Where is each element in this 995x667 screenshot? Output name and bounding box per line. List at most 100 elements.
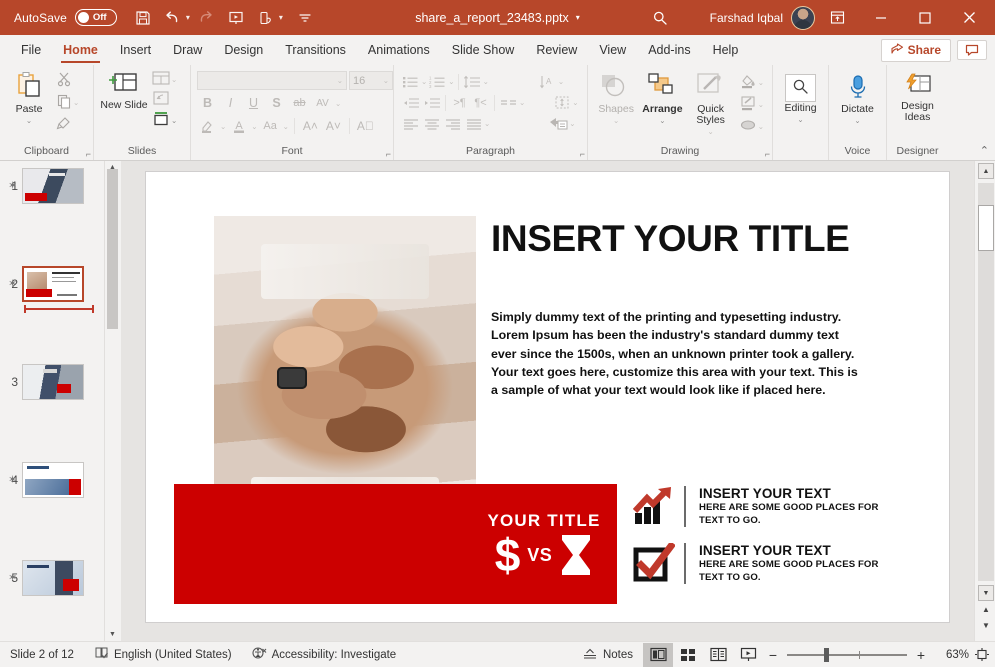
tab-view[interactable]: View — [588, 38, 637, 62]
shape-outline-button[interactable]: ⌄ — [737, 94, 766, 115]
tab-draw[interactable]: Draw — [162, 38, 213, 62]
customize-qat-icon[interactable] — [291, 5, 319, 31]
slide-body-text[interactable]: Simply dummy text of the printing and ty… — [491, 308, 866, 399]
user-name[interactable]: Farshad Iqbal — [710, 11, 783, 25]
clear-formatting-icon[interactable]: A⃠ — [355, 116, 376, 136]
font-size-input[interactable]: 16 ⌄ — [349, 71, 393, 90]
align-text-caret-icon[interactable]: ⌄ — [572, 98, 578, 107]
zoom-slider-track[interactable] — [787, 647, 907, 662]
zoom-slider[interactable] — [787, 647, 907, 662]
minimize-button[interactable] — [859, 0, 903, 35]
scroll-up-icon[interactable]: ▲ — [978, 163, 994, 179]
paragraph-dialog-launcher-icon[interactable]: ⌐ — [580, 149, 585, 159]
shapes-caret-icon[interactable]: ⌄ — [613, 116, 619, 125]
zoom-in-button[interactable]: + — [911, 647, 931, 663]
dictate-button[interactable]: Dictate ⌄ — [835, 72, 880, 125]
character-spacing-button[interactable]: AV — [312, 93, 333, 113]
notes-button[interactable]: Notes — [572, 642, 643, 667]
zoom-out-button[interactable]: − — [763, 647, 783, 663]
autosave-toggle[interactable]: Off — [74, 9, 117, 26]
accessibility-status[interactable]: Accessibility: Investigate — [242, 642, 407, 667]
thumbnails-scroll-down-icon[interactable]: ▼ — [107, 628, 118, 641]
text-direction-caret-icon[interactable]: ⌄ — [558, 77, 564, 86]
strikethrough-button[interactable]: ab — [289, 93, 310, 113]
next-slide-icon[interactable]: ▼ — [980, 621, 992, 633]
document-title-caret-icon[interactable]: ▾ — [576, 13, 580, 22]
slide-canvas[interactable]: INSERT YOUR TITLE Simply dummy text of t… — [145, 171, 950, 623]
slide-editing-area[interactable]: INSERT YOUR TITLE Simply dummy text of t… — [121, 161, 974, 641]
previous-slide-icon[interactable]: ▲ — [980, 605, 992, 617]
font-color-caret-icon[interactable]: ⌄ — [251, 122, 257, 131]
italic-button[interactable]: I — [220, 93, 241, 113]
editing-button[interactable]: Editing ⌄ — [779, 72, 822, 124]
new-slide-button[interactable]: New Slide — [100, 68, 148, 111]
layout-dropdown-caret-icon[interactable]: ⌄ — [171, 75, 177, 84]
collapse-ribbon-icon[interactable]: ⌃ — [980, 144, 989, 157]
tab-slide-show[interactable]: Slide Show — [441, 38, 526, 62]
slide-sorter-icon[interactable] — [673, 643, 703, 667]
thumbnail-slide-2[interactable]: ✶ 2 — [0, 259, 104, 313]
character-spacing-caret-icon[interactable]: ⌄ — [335, 99, 341, 108]
quick-styles-caret-icon[interactable]: ⌄ — [707, 127, 713, 136]
slide-show-icon[interactable] — [733, 643, 763, 667]
tab-file[interactable]: File — [10, 38, 52, 62]
change-case-icon[interactable]: Aa — [260, 116, 281, 136]
thumbnail-preview[interactable] — [22, 559, 84, 596]
text-highlight-icon[interactable] — [197, 116, 218, 136]
thumbnail-preview[interactable] — [22, 363, 84, 400]
comments-button[interactable] — [957, 40, 987, 60]
line-spacing-caret-icon[interactable]: ⌄ — [483, 77, 489, 86]
tab-help[interactable]: Help — [702, 38, 750, 62]
font-size-dropdown-caret-icon[interactable]: ⌄ — [383, 76, 389, 85]
undo-dropdown-caret[interactable]: ▾ — [186, 13, 190, 22]
slide-title[interactable]: INSERT YOUR TITLE — [491, 219, 921, 259]
normal-view-icon[interactable] — [643, 642, 673, 667]
share-button[interactable]: Share — [880, 38, 951, 62]
shape-outline-caret-icon[interactable]: ⌄ — [758, 100, 764, 109]
align-left-icon[interactable] — [400, 114, 421, 133]
tab-transitions[interactable]: Transitions — [274, 38, 357, 62]
thumbnail-slide-1[interactable]: ✶ 1 — [0, 161, 104, 210]
line-spacing-icon[interactable] — [462, 72, 483, 91]
language-status[interactable]: English (United States) — [84, 642, 242, 667]
underline-button[interactable]: U — [243, 93, 264, 113]
thumbnails-scrollbar[interactable]: ▲ ▼ — [106, 161, 120, 641]
reading-view-icon[interactable] — [703, 643, 733, 667]
section-dropdown-caret-icon[interactable]: ⌄ — [171, 116, 177, 125]
thumbnail-slide-5[interactable]: ✶ 5 — [0, 553, 104, 602]
layout-button[interactable]: ⌄ — [150, 70, 179, 89]
change-case-caret-icon[interactable]: ⌄ — [283, 122, 289, 131]
maximize-button[interactable] — [903, 0, 947, 35]
increase-font-size-icon[interactable]: A˄ — [300, 116, 321, 136]
columns-icon[interactable] — [498, 93, 519, 112]
copy-button[interactable]: ⌄ — [54, 92, 81, 113]
shapes-button[interactable]: Shapes ⌄ — [594, 70, 638, 125]
scroll-down-icon[interactable]: ▼ — [978, 585, 994, 601]
quick-styles-button[interactable]: Quick Styles ⌄ — [687, 70, 735, 136]
columns-caret-icon[interactable]: ⌄ — [519, 98, 525, 107]
vs-callout[interactable]: YOUR TITLE $ VS — [471, 484, 617, 604]
redo-icon[interactable] — [192, 5, 220, 31]
text-shadow-button[interactable]: S — [266, 93, 287, 113]
bullets-icon[interactable] — [400, 72, 421, 91]
paste-button[interactable]: Paste ⌄ — [6, 68, 52, 125]
reset-button[interactable] — [150, 90, 179, 109]
bullet-item-1[interactable]: INSERT YOUR TEXT HERE ARE SOME GOOD PLAC… — [632, 486, 923, 528]
touch-mode-icon[interactable] — [252, 5, 280, 31]
slide-vertical-scrollbar[interactable]: ▲ ▼ ▲ ▼ — [974, 161, 995, 641]
tab-animations[interactable]: Animations — [357, 38, 441, 62]
document-title[interactable]: share_a_report_23483.pptx — [415, 11, 569, 25]
design-ideas-button[interactable]: Design Ideas — [893, 71, 942, 123]
align-right-icon[interactable] — [442, 114, 463, 133]
section-button[interactable]: ⌄ — [150, 110, 179, 130]
smartart-caret-icon[interactable]: ⌄ — [569, 119, 575, 128]
cut-button[interactable] — [54, 70, 81, 91]
font-color-icon[interactable]: A — [228, 116, 249, 136]
thumbnail-preview[interactable] — [22, 461, 84, 498]
bold-button[interactable]: B — [197, 93, 218, 113]
ltr-text-direction-icon[interactable]: >¶ — [449, 93, 470, 112]
align-center-icon[interactable] — [421, 114, 442, 133]
copy-dropdown-caret-icon[interactable]: ⌄ — [73, 98, 79, 107]
save-icon[interactable] — [129, 5, 157, 31]
justify-caret-icon[interactable]: ⌄ — [484, 119, 490, 128]
